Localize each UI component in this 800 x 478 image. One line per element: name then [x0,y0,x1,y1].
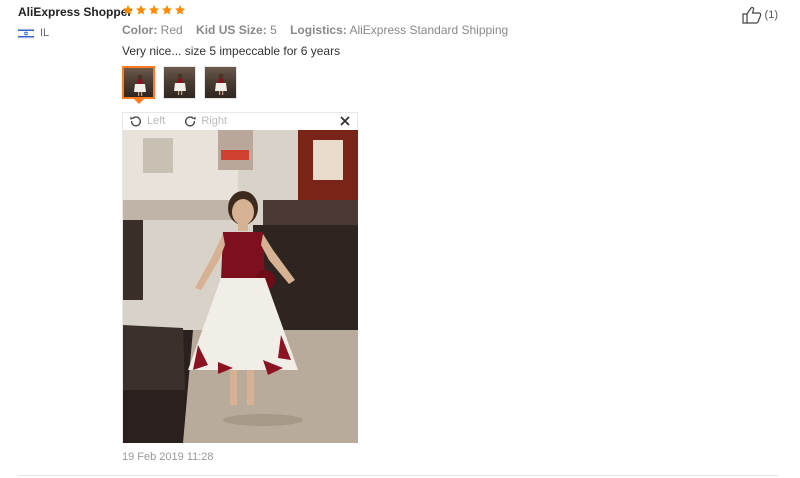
sku-color-label: Color: [122,23,158,37]
sku-logistics-value: AliExpress Standard Shipping [349,23,509,37]
reviewer-name: AliExpress Shopper [18,5,133,19]
country-code: IL [40,27,50,39]
sku-info: Color: Red Kid US Size: 5 Logistics: Ali… [122,23,518,37]
star-icon [175,5,185,15]
sku-logistics-label: Logistics: [290,23,347,37]
rating-stars [122,4,186,16]
rotate-right-icon [185,116,197,127]
sku-color-value: Red [160,23,183,37]
review-image-thumbnail[interactable] [122,66,155,99]
rotate-right-label: Right [201,115,228,127]
star-icon [123,5,133,15]
star-icon [136,5,146,15]
reviewer-country: IL [18,27,49,39]
star-icon [162,5,172,15]
viewer-toolbar: Left Right [129,114,227,128]
review-thumbnails [122,66,237,99]
israel-flag-icon [18,27,34,39]
thumbs-up-icon [741,6,761,24]
helpful-button[interactable]: (1) [741,6,778,24]
star-icon [149,5,159,15]
review-date: 19 Feb 2019 11:28 [122,451,214,463]
sku-size-label: Kid US Size: [196,23,267,37]
sku-size-value: 5 [270,23,277,37]
review-photo-illustration [123,130,358,443]
thumbnail-photo [134,74,146,96]
selected-thumbnail-pointer [134,99,144,104]
review-divider [18,475,778,476]
review-card: AliExpress Shopper IL Color: Red Kid US … [0,0,800,478]
rotate-left-label: Left [147,115,166,127]
thumbnail-photo [215,73,227,95]
image-viewer: Left Right [122,112,358,443]
rotate-left-button[interactable]: Left [129,114,165,128]
thumbnail-photo [174,73,186,95]
close-icon[interactable] [339,115,351,127]
review-image-thumbnail[interactable] [163,66,196,99]
rotate-right-button[interactable]: Right [183,114,227,128]
review-image-thumbnail[interactable] [204,66,237,99]
review-text: Very nice... size 5 impeccable for 6 yea… [122,44,341,58]
rotate-left-icon [130,116,141,127]
helpful-count: (1) [764,9,778,21]
review-photo [123,130,358,443]
